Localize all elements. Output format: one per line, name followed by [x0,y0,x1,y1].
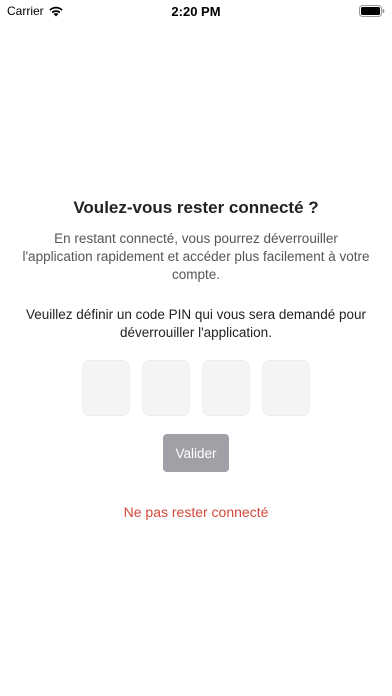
dialog-title: Voulez-vous rester connecté ? [73,198,319,217]
dialog-subtitle: En restant connecté, vous pourrez déverr… [22,231,370,282]
status-time: 2:20 PM [171,4,221,19]
pin-digit-3[interactable] [202,360,250,416]
pin-instruction: Veuillez définir un code PIN qui vous se… [26,307,366,340]
status-bar: Carrier 2:20 PM [0,0,392,22]
pin-digit-4[interactable] [262,360,310,416]
battery-icon [359,5,385,17]
pin-digit-2[interactable] [142,360,190,416]
stay-connected-dialog: Voulez-vous rester connecté ? En restant… [0,196,392,521]
pin-input-row [0,360,392,416]
pin-digit-1[interactable] [82,360,130,416]
stay-disconnected-link[interactable]: Ne pas rester connecté [0,503,392,521]
validate-button[interactable]: Valider [163,434,229,472]
